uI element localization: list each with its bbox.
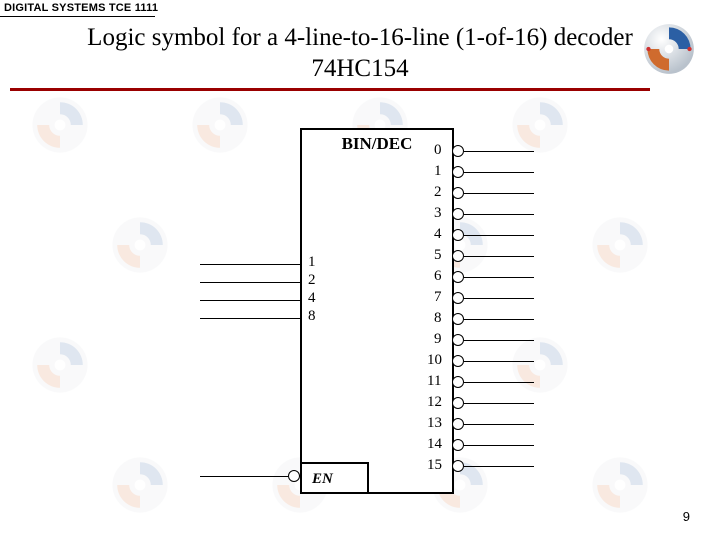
output-label: 15 <box>427 457 442 474</box>
active-low-bubble-icon <box>452 229 464 241</box>
active-low-bubble-icon <box>288 470 300 482</box>
active-low-bubble-icon <box>452 376 464 388</box>
output-label: 10 <box>427 352 442 369</box>
decoder-logic-symbol: BIN/DEC EN 1 2 4 8 0 1 2 3 4 5 6 7 8 9 1… <box>170 120 550 500</box>
output-wire <box>464 256 534 257</box>
input-wire <box>200 264 300 265</box>
active-low-bubble-icon <box>452 250 464 262</box>
output-wire <box>464 382 534 383</box>
active-low-bubble-icon <box>452 334 464 346</box>
active-low-bubble-icon <box>452 397 464 409</box>
output-label: 1 <box>434 163 442 180</box>
institution-logo-icon <box>642 22 696 76</box>
input-wire <box>200 282 300 283</box>
output-wire <box>464 214 534 215</box>
output-wire <box>464 445 534 446</box>
output-label: 4 <box>434 226 442 243</box>
slide-title: Logic symbol for a 4-line-to-16-line (1-… <box>0 22 720 85</box>
title-underline <box>10 88 650 91</box>
output-wire <box>464 298 534 299</box>
input-label: 2 <box>308 272 316 289</box>
output-label: 8 <box>434 310 442 327</box>
title-line2: 74HC154 <box>311 55 408 82</box>
active-low-bubble-icon <box>452 166 464 178</box>
slide-number: 9 <box>683 509 690 524</box>
title-line1: Logic symbol for a 4-line-to-16-line (1-… <box>87 24 633 51</box>
course-underline <box>0 16 155 17</box>
output-label: 9 <box>434 331 442 348</box>
enable-wire <box>200 476 288 477</box>
active-low-bubble-icon <box>452 208 464 220</box>
output-wire <box>464 424 534 425</box>
output-wire <box>464 172 534 173</box>
active-low-bubble-icon <box>452 418 464 430</box>
active-low-bubble-icon <box>452 292 464 304</box>
output-wire <box>464 403 534 404</box>
output-label: 13 <box>427 415 442 432</box>
enable-label: EN <box>312 471 333 488</box>
output-label: 7 <box>434 289 442 306</box>
input-wire <box>200 318 300 319</box>
output-wire <box>464 193 534 194</box>
output-label: 6 <box>434 268 442 285</box>
chip-header-label: BIN/DEC <box>302 134 452 154</box>
output-wire <box>464 319 534 320</box>
active-low-bubble-icon <box>452 313 464 325</box>
input-wire <box>200 300 300 301</box>
output-wire <box>464 277 534 278</box>
output-wire <box>464 340 534 341</box>
output-label: 11 <box>427 373 441 390</box>
active-low-bubble-icon <box>452 439 464 451</box>
active-low-bubble-icon <box>452 271 464 283</box>
input-label: 8 <box>308 308 316 325</box>
output-wire <box>464 235 534 236</box>
input-label: 1 <box>308 254 316 271</box>
active-low-bubble-icon <box>452 145 464 157</box>
active-low-bubble-icon <box>452 187 464 199</box>
active-low-bubble-icon <box>452 460 464 472</box>
active-low-bubble-icon <box>452 355 464 367</box>
output-label: 5 <box>434 247 442 264</box>
input-label: 4 <box>308 290 316 307</box>
output-label: 2 <box>434 184 442 201</box>
output-label: 0 <box>434 142 442 159</box>
output-label: 14 <box>427 436 442 453</box>
output-wire <box>464 151 534 152</box>
output-wire <box>464 361 534 362</box>
output-label: 3 <box>434 205 442 222</box>
output-wire <box>464 466 534 467</box>
output-label: 12 <box>427 394 442 411</box>
course-code: DIGITAL SYSTEMS TCE 1111 <box>4 2 158 14</box>
